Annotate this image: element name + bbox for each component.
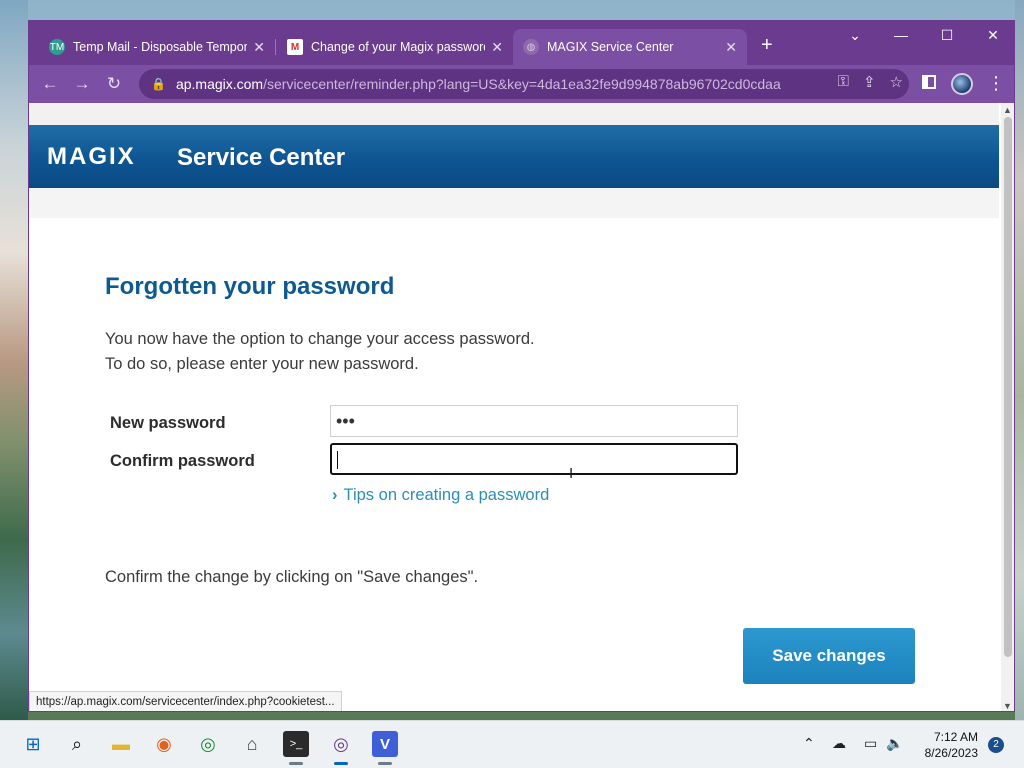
volume-icon[interactable]: 🔈 (886, 735, 903, 752)
tips-link-text[interactable]: Tips on creating a password (344, 486, 550, 504)
share-icon[interactable]: ⇪ (863, 73, 876, 91)
confirm-password-label: Confirm password (110, 452, 255, 470)
tempmail-icon: TM (49, 39, 65, 55)
status-bar-link: https://ap.magix.com/servicecenter/index… (29, 691, 342, 711)
ibeam-cursor-icon: I (569, 465, 574, 482)
more-menu-icon[interactable]: ⋮ (987, 73, 1005, 94)
header-subbar (29, 188, 999, 218)
chevron-right-icon: › (332, 486, 338, 504)
vertical-scrollbar[interactable]: ▲ ▼ (1001, 103, 1014, 711)
network-icon[interactable]: ▭ (864, 735, 877, 752)
key-icon[interactable]: ⚿ (838, 73, 849, 91)
reload-icon[interactable]: ↻ (103, 73, 125, 95)
show-hidden-icons-chevron-icon[interactable]: ⌃ (803, 735, 815, 752)
notification-badge[interactable]: 2 (988, 737, 1004, 753)
close-tab-icon[interactable]: ✕ (491, 39, 503, 56)
close-window-icon[interactable]: ✕ (978, 27, 1008, 44)
tab-title: Temp Mail - Disposable Tempora (73, 40, 248, 54)
tab-title: MAGIX Service Center (547, 40, 674, 54)
desktop-background-left (0, 0, 28, 720)
lock-icon[interactable]: 🔒 (151, 77, 166, 91)
close-tab-icon[interactable]: ✕ (725, 39, 737, 56)
intro-line: To do so, please enter your new password… (105, 355, 419, 373)
forward-arrow-icon[interactable]: → (71, 73, 93, 95)
page-top-strip (29, 103, 999, 125)
clock-date: 8/26/2023 (924, 746, 978, 760)
vpn-v-icon[interactable]: V (372, 731, 398, 765)
intro-line: You now have the option to change your a… (105, 330, 535, 348)
side-panel-icon[interactable] (922, 75, 936, 89)
new-tab-button[interactable]: + (761, 35, 773, 55)
tab-separator (275, 39, 276, 55)
browser-toolbar: ← → ↻ 🔒 ap.magix.com/servicecenter/remin… (29, 65, 1014, 103)
magix-logo[interactable]: MAGIX (47, 143, 136, 171)
magix-header: MAGIX Service Center (29, 125, 999, 188)
terminal-icon[interactable]: >_ (283, 731, 309, 765)
file-explorer-icon[interactable]: ▬ (108, 731, 134, 757)
firefox-icon[interactable]: ◉ (151, 731, 177, 757)
close-tab-icon[interactable]: ✕ (253, 39, 265, 56)
tab-temp-mail[interactable]: TM Temp Mail - Disposable Tempora ✕ (39, 29, 275, 65)
confirm-password-input[interactable] (330, 443, 738, 475)
desktop-background-right (1015, 0, 1024, 720)
url-path: /servicecenter/reminder.php?lang=US&key=… (263, 76, 781, 92)
search-icon[interactable]: ⌕ (64, 731, 90, 757)
system-clock[interactable]: 7:12 AM 8/26/2023 (916, 729, 978, 761)
text-caret (337, 451, 338, 469)
cloud-offline-icon[interactable]: ☁ (832, 735, 846, 752)
tab-search-chevron-icon[interactable]: ⌄ (840, 27, 870, 44)
tab-strip: TM Temp Mail - Disposable Tempora ✕ M Ch… (29, 21, 1014, 65)
page-title: Forgotten your password (105, 273, 395, 300)
start-icon[interactable]: ⊞ (20, 731, 46, 757)
scroll-up-icon[interactable]: ▲ (1003, 105, 1012, 115)
gmail-icon: M (287, 39, 303, 55)
hat-icon[interactable]: ⌂ (239, 731, 265, 757)
tips-link[interactable]: › Tips on creating a password (332, 486, 549, 505)
clock-time: 7:12 AM (933, 730, 978, 744)
back-arrow-icon[interactable]: ← (39, 73, 61, 95)
web-page: MAGIX Service Center Forgotten your pass… (29, 103, 999, 711)
tab-magix-service-center[interactable]: ◍ MAGIX Service Center ✕ (513, 29, 747, 65)
profile-avatar[interactable] (951, 73, 973, 95)
tab-title: Change of your Magix password (311, 40, 486, 54)
scroll-down-icon[interactable]: ▼ (1003, 701, 1012, 711)
new-password-label: New password (110, 414, 226, 432)
address-bar[interactable]: 🔒 ap.magix.com/servicecenter/reminder.ph… (139, 69, 909, 99)
chrome-icon[interactable]: ◎ (195, 731, 221, 757)
confirm-instructions: Confirm the change by clicking on "Save … (105, 568, 479, 586)
chrome-active-icon[interactable]: ◎ (328, 731, 354, 765)
browser-window: TM Temp Mail - Disposable Tempora ✕ M Ch… (28, 20, 1015, 712)
globe-icon: ◍ (523, 39, 539, 55)
url-host: ap.magix.com (175, 76, 264, 92)
minimize-icon[interactable]: — (886, 27, 916, 43)
tab-gmail[interactable]: M Change of your Magix password ✕ (277, 29, 513, 65)
intro-text: You now have the option to change your a… (105, 327, 535, 377)
save-changes-button[interactable]: Save changes (743, 628, 915, 684)
maximize-icon[interactable]: ☐ (932, 27, 962, 44)
service-center-title: Service Center (177, 144, 346, 171)
scrollbar-thumb[interactable] (1004, 117, 1012, 657)
new-password-input[interactable]: ••• (330, 405, 738, 437)
taskbar: ⊞ ⌕ ▬ ◉ ◎ ⌂ >_ ◎ V ⌃ ☁ ▭ 🔈 7:12 AM 8/26/… (0, 720, 1024, 768)
star-icon[interactable]: ☆ (890, 73, 903, 91)
